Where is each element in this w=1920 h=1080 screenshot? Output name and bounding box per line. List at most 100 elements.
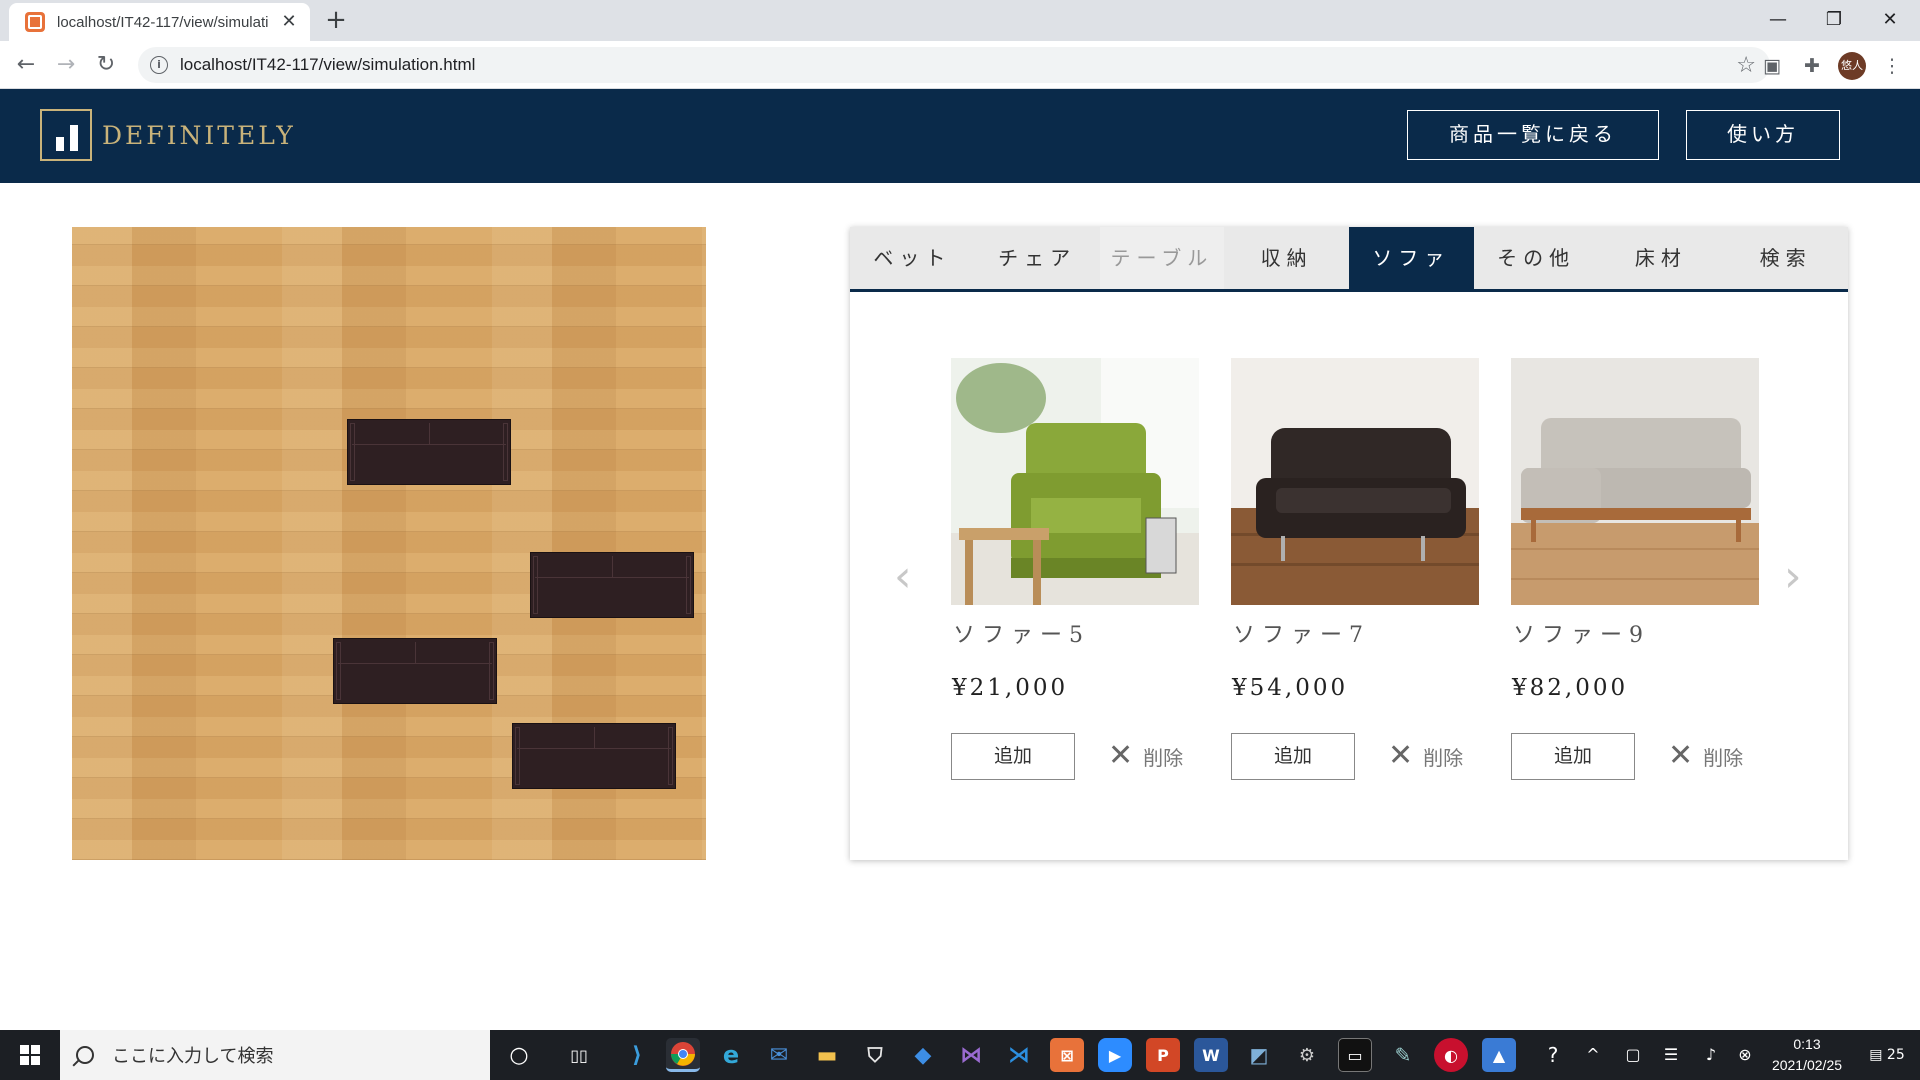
window-close-icon[interactable]: ✕: [1862, 4, 1918, 36]
site-header: DEFINITELY 商品一覧に戻る 使い方: [0, 89, 1920, 183]
taskbar-search[interactable]: ここに入力して検索: [60, 1030, 490, 1080]
restore-icon[interactable]: ❐: [1806, 4, 1862, 36]
tab-flooring[interactable]: 床材: [1599, 227, 1724, 289]
app-pin-icon[interactable]: ◩: [1242, 1038, 1276, 1072]
app-pin-icon-2[interactable]: ⚙: [1290, 1038, 1324, 1072]
edge-icon[interactable]: e: [714, 1038, 748, 1072]
tab-storage[interactable]: 収納: [1224, 227, 1349, 289]
ime-off-icon[interactable]: ⊗: [1730, 1030, 1760, 1080]
search-placeholder: ここに入力して検索: [112, 1046, 274, 1067]
address-bar: ← → ↻ i localhost/IT42-117/view/simulati…: [0, 41, 1920, 89]
vs-pin-icon[interactable]: ⟩: [620, 1038, 654, 1072]
how-to-use-button[interactable]: 使い方: [1686, 110, 1840, 160]
tab-search[interactable]: 検索: [1723, 227, 1848, 289]
product-card: ソファー7 ¥54,000 追加 ✕ 削除: [1231, 358, 1479, 780]
notification-count: 25: [1886, 1047, 1905, 1063]
bookmark-star-icon[interactable]: ☆: [1736, 53, 1756, 78]
x-icon: ✕: [1388, 738, 1414, 773]
word-icon[interactable]: W: [1194, 1038, 1228, 1072]
tab-title: localhost/IT42-117/view/simulati: [57, 13, 269, 31]
delete-button[interactable]: ✕ 削除: [1108, 739, 1183, 773]
puzzle-extensions-icon[interactable]: ✚: [1800, 54, 1824, 78]
profile-avatar[interactable]: 悠人: [1838, 52, 1866, 80]
delete-label: 削除: [1143, 745, 1184, 770]
placed-sofa[interactable]: [333, 638, 497, 704]
system-clock[interactable]: 0:13 2021/02/25: [1762, 1034, 1852, 1076]
extension-icon[interactable]: ▣: [1760, 54, 1784, 78]
mail-icon[interactable]: ✉: [762, 1038, 796, 1072]
tab-bed[interactable]: ベット: [850, 227, 975, 289]
file-explorer-icon[interactable]: ▬: [810, 1038, 844, 1072]
add-button[interactable]: 追加: [1511, 733, 1635, 780]
tab-table[interactable]: テーブル: [1099, 227, 1225, 289]
help-icon[interactable]: ?: [1536, 1030, 1570, 1080]
product-price: ¥82,000: [1512, 675, 1629, 701]
chrome-icon[interactable]: [666, 1038, 700, 1072]
back-arrow-icon[interactable]: ←: [10, 49, 42, 81]
close-tab-icon[interactable]: ✕: [278, 11, 300, 33]
photos-icon[interactable]: ▲: [1482, 1038, 1516, 1072]
product-name: ソファー5: [953, 623, 1090, 648]
delete-label: 削除: [1703, 745, 1744, 770]
x-icon: ✕: [1668, 738, 1694, 773]
tab-chair[interactable]: チェア: [975, 227, 1100, 289]
site-info-icon[interactable]: i: [150, 56, 168, 74]
product-name: ソファー9: [1513, 623, 1650, 648]
zoom-icon[interactable]: ▶: [1098, 1038, 1132, 1072]
store-icon[interactable]: ⛉: [858, 1038, 892, 1072]
xampp-icon[interactable]: ⊠: [1050, 1038, 1084, 1072]
terminal-icon[interactable]: ▭: [1338, 1038, 1372, 1072]
delete-button[interactable]: ✕ 削除: [1388, 739, 1463, 773]
new-tab-icon[interactable]: +: [322, 7, 350, 35]
back-to-list-button[interactable]: 商品一覧に戻る: [1407, 110, 1659, 160]
prev-chevron-icon[interactable]: ‹: [894, 552, 912, 602]
product-card: ソファー9 ¥82,000 追加 ✕ 削除: [1511, 358, 1759, 780]
product-price: ¥54,000: [1232, 675, 1349, 701]
product-price: ¥21,000: [952, 675, 1069, 701]
url-text[interactable]: localhost/IT42-117/view/simulation.html: [180, 55, 475, 75]
tab-sofa[interactable]: ソファ: [1349, 227, 1474, 289]
cortana-icon[interactable]: ○: [502, 1038, 536, 1072]
tray-chevron-icon[interactable]: ^: [1576, 1030, 1610, 1080]
placed-sofa[interactable]: [530, 552, 694, 618]
bar-chart-logo-icon: [40, 109, 92, 161]
search-icon: [76, 1046, 94, 1064]
paint-icon[interactable]: ✎: [1386, 1038, 1420, 1072]
vscode-icon[interactable]: ⋊: [1002, 1038, 1036, 1072]
xampp-favicon-icon: [25, 12, 45, 32]
placed-sofa[interactable]: [347, 419, 511, 485]
placed-sofa[interactable]: [512, 723, 676, 789]
product-name: ソファー7: [1233, 623, 1370, 648]
powerpoint-icon[interactable]: P: [1146, 1038, 1180, 1072]
network-icon[interactable]: ☰: [1654, 1030, 1688, 1080]
product-photo[interactable]: [1511, 358, 1759, 605]
add-button[interactable]: 追加: [951, 733, 1075, 780]
product-photo[interactable]: [1231, 358, 1479, 605]
camera-tray-icon[interactable]: ▢: [1616, 1030, 1650, 1080]
omnibox[interactable]: i localhost/IT42-117/view/simulation.htm…: [138, 47, 1770, 83]
add-button[interactable]: 追加: [1231, 733, 1355, 780]
volume-icon[interactable]: ♪: [1694, 1030, 1728, 1080]
windows-taskbar: ここに入力して検索 ○ ▯▯ ⟩ e ✉ ▬ ⛉ ◆ ⋈ ⋊ ⊠ ▶ P W ◩…: [0, 1030, 1920, 1080]
start-button[interactable]: [0, 1030, 60, 1080]
clock-time: 0:13: [1793, 1036, 1821, 1052]
product-photo[interactable]: [951, 358, 1199, 605]
security-app-icon[interactable]: ◐: [1434, 1038, 1468, 1072]
browser-tab[interactable]: localhost/IT42-117/view/simulati ✕: [9, 3, 310, 41]
delete-button[interactable]: ✕ 削除: [1668, 739, 1743, 773]
x-icon: ✕: [1108, 738, 1134, 773]
task-view-icon[interactable]: ▯▯: [562, 1038, 596, 1072]
next-chevron-icon[interactable]: ›: [1784, 552, 1802, 602]
floor-plan-canvas[interactable]: [72, 227, 706, 860]
notification-center-icon[interactable]: ▤ 25: [1862, 1030, 1912, 1080]
dropbox-icon[interactable]: ◆: [906, 1038, 940, 1072]
forward-arrow-icon[interactable]: →: [50, 49, 82, 81]
browser-tabstrip: localhost/IT42-117/view/simulati ✕ + — ❐…: [0, 0, 1920, 41]
minimize-icon[interactable]: —: [1750, 4, 1806, 36]
reload-icon[interactable]: ↻: [90, 49, 122, 81]
visual-studio-icon[interactable]: ⋈: [954, 1038, 988, 1072]
windows-logo-icon: [20, 1045, 40, 1065]
menu-kebab-icon[interactable]: ⋮: [1880, 54, 1904, 78]
tab-other[interactable]: その他: [1474, 227, 1599, 289]
site-logo[interactable]: DEFINITELY: [40, 109, 296, 161]
